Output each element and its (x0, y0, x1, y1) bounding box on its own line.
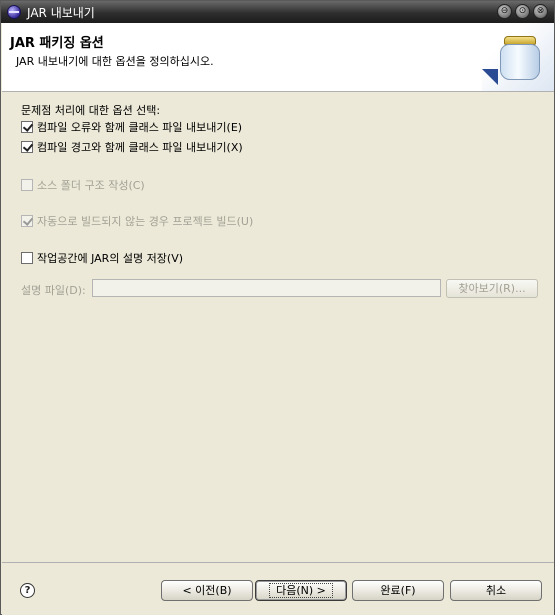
jar-export-dialog: JAR 내보내기 ⊖ ⊙ ⊗ JAR 패키징 옵션 JAR 내보내기에 대한 옵… (0, 0, 555, 615)
window-title: JAR 내보내기 (27, 5, 95, 20)
problems-label: 문제점 처리에 대한 옵션 선택: (21, 104, 161, 117)
title-bar[interactable]: JAR 내보내기 ⊖ ⊙ ⊗ (1, 1, 554, 23)
page-description: JAR 내보내기에 대한 옵션을 정의하십시오. (16, 55, 214, 68)
back-button-label[interactable]: < 이전(B) (182, 584, 231, 597)
finish-button[interactable]: 완료(F) (352, 580, 444, 601)
back-button[interactable]: < 이전(B) (161, 580, 253, 601)
cancel-button-label[interactable]: 취소 (486, 584, 506, 597)
minimize-icon[interactable]: ⊖ (497, 4, 512, 19)
finish-button-label[interactable]: 완료(F) (380, 584, 415, 597)
description-file-label: 설명 파일(D): (21, 284, 86, 297)
page-title: JAR 패키징 옵션 (10, 36, 104, 51)
cancel-button[interactable]: 취소 (450, 580, 542, 601)
maximize-icon[interactable]: ⊙ (515, 4, 530, 19)
description-file-row: 설명 파일(D): 찾아보기(R)... (21, 279, 539, 299)
wizard-banner: JAR 패키징 옵션 JAR 내보내기에 대한 옵션을 정의하십시오. (2, 23, 554, 92)
jar-icon (500, 36, 540, 80)
export-errors-label[interactable]: 컴파일 오류와 함께 클래스 파일 내보내기(E) (37, 119, 242, 135)
build-projects-label: 자동으로 빌드되지 않는 경우 프로젝트 빌드(U) (37, 215, 254, 228)
help-icon[interactable]: ? (20, 583, 35, 598)
export-warnings-label[interactable]: 컴파일 경고와 함께 클래스 파일 내보내기(X) (37, 139, 243, 155)
eclipse-icon (7, 5, 21, 19)
create-source-folders-label: 소스 폴더 구조 작성(C) (37, 179, 145, 192)
export-warnings-checkbox[interactable] (21, 141, 33, 153)
wizard-footer: ? < 이전(B) 다음(N) > 완료(F) 취소 (2, 562, 554, 615)
next-button[interactable]: 다음(N) > (255, 580, 347, 601)
save-description-checkbox[interactable] (21, 252, 33, 264)
description-file-input (92, 279, 441, 297)
create-source-folders-option: 소스 폴더 구조 작성(C) (21, 177, 145, 193)
close-icon[interactable]: ⊗ (533, 4, 548, 19)
export-arrow-icon (482, 69, 498, 85)
export-warnings-option[interactable]: 컴파일 경고와 함께 클래스 파일 내보내기(X) (21, 139, 243, 155)
window-controls: ⊖ ⊙ ⊗ (497, 4, 548, 19)
build-projects-option: 자동으로 빌드되지 않는 경우 프로젝트 빌드(U) (21, 213, 253, 229)
save-description-option[interactable]: 작업공간에 JAR의 설명 저장(V) (21, 250, 183, 266)
build-projects-checkbox (21, 215, 33, 227)
export-errors-option[interactable]: 컴파일 오류와 함께 클래스 파일 내보내기(E) (21, 119, 242, 135)
options-panel: 문제점 처리에 대한 옵션 선택: 컴파일 오류와 함께 클래스 파일 내보내기… (2, 93, 554, 561)
next-button-label[interactable]: 다음(N) > (269, 583, 333, 598)
export-errors-checkbox[interactable] (21, 121, 33, 133)
save-description-label[interactable]: 작업공간에 JAR의 설명 저장(V) (37, 250, 183, 266)
browse-button: 찾아보기(R)... (446, 279, 538, 298)
create-source-folders-checkbox (21, 179, 33, 191)
